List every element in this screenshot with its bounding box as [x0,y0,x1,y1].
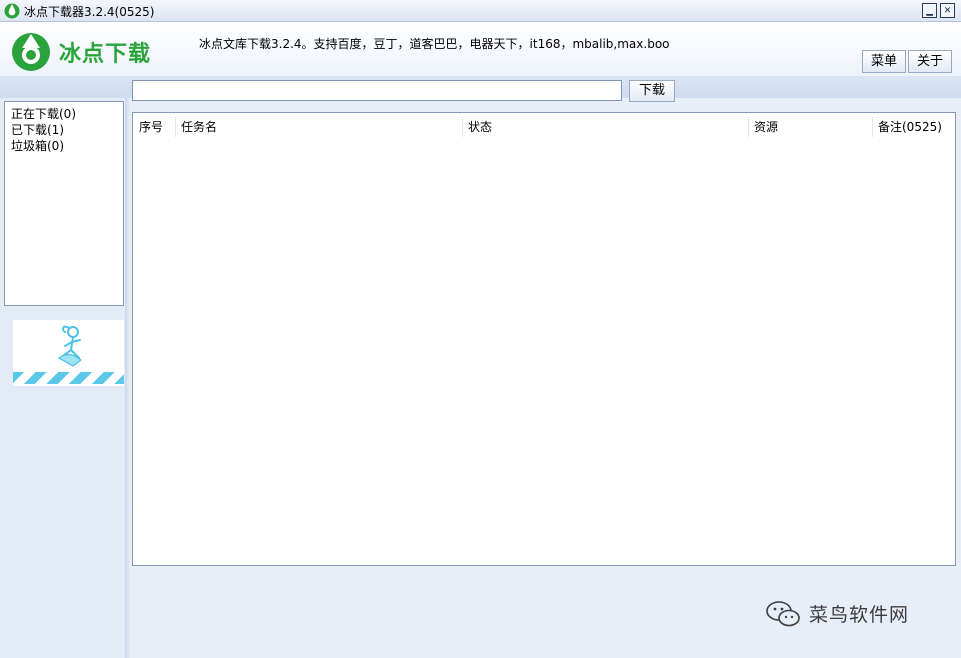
url-input[interactable] [132,80,622,101]
category-downloading[interactable]: 正在下载(0) [11,106,117,122]
left-panel: 正在下载(0) 已下载(1) 垃圾箱(0) [0,98,128,658]
title-bar: 冰点下载器3.2.4(0525) ▁ ✕ [0,0,961,22]
menu-button[interactable]: 菜单 [862,50,906,73]
brand-name: 冰点下载 [59,42,152,67]
category-downloaded[interactable]: 已下载(1) [11,122,117,138]
close-button[interactable]: ✕ [940,3,955,18]
announcement-marquee: 冰点文库下载3.2.4。支持百度，豆丁，道客巴巴，电器天下，it168，mbal… [199,37,669,51]
column-header-note[interactable]: 备注(0525) [872,113,955,141]
app-logo-icon [4,3,20,19]
window-title: 冰点下载器3.2.4(0525) [24,5,155,19]
column-header-index[interactable]: 序号 [133,113,175,141]
column-header-status[interactable]: 状态 [462,113,748,141]
table-header: 序号 任务名 状态 资源 备注(0525) [133,113,955,141]
minimize-button[interactable]: ▁ [922,3,937,18]
about-button[interactable]: 关于 [908,50,952,73]
download-button[interactable]: 下载 [629,80,675,102]
category-trash[interactable]: 垃圾箱(0) [11,138,117,154]
task-table: 序号 任务名 状态 资源 备注(0525) [132,112,956,566]
mascot-animation [13,320,124,386]
column-header-source[interactable]: 资源 [748,113,872,141]
mascot-progress-stripe [13,372,124,384]
column-header-task-name[interactable]: 任务名 [175,113,462,141]
watermark-text: 菜鸟软件网 [809,604,910,626]
category-list: 正在下载(0) 已下载(1) 垃圾箱(0) [4,101,124,306]
app-header: 冰点下载 冰点文库下载3.2.4。支持百度，豆丁，道客巴巴，电器天下，it168… [0,22,961,76]
chat-bubble-icon [766,601,800,627]
